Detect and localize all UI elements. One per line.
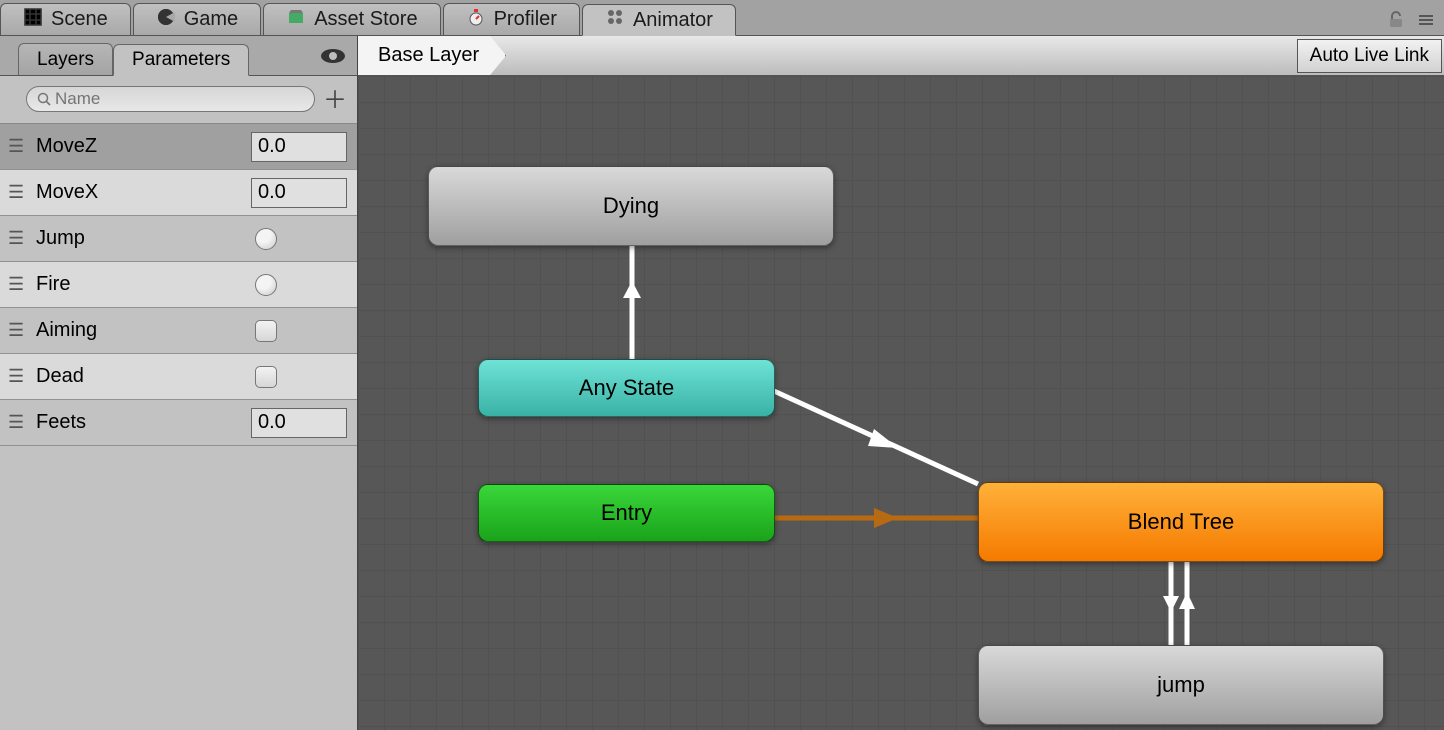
subtab-parameters[interactable]: Parameters (113, 44, 249, 76)
drag-handle-icon[interactable]: ☰ (8, 320, 26, 341)
package-icon (286, 7, 306, 33)
breadcrumb[interactable]: Base Layer (358, 36, 506, 75)
param-row-jump[interactable]: ☰ Jump (0, 216, 357, 262)
panel-subtabs: Layers Parameters (0, 36, 357, 76)
tab-animator[interactable]: Animator (582, 4, 736, 36)
param-search-row: ＋ (0, 76, 357, 124)
node-label: Blend Tree (1128, 509, 1234, 535)
tab-asset-store-label: Asset Store (314, 8, 417, 31)
auto-live-link-button[interactable]: Auto Live Link (1297, 39, 1442, 73)
param-name: Fire (26, 273, 255, 296)
subtab-parameters-label: Parameters (132, 49, 230, 71)
node-label: Entry (601, 500, 652, 526)
param-name: Jump (26, 227, 255, 250)
tab-profiler[interactable]: Profiler (443, 3, 580, 35)
panel-menu-icon[interactable] (1416, 10, 1436, 35)
param-value-input[interactable]: 0.0 (251, 132, 347, 162)
drag-handle-icon[interactable]: ☰ (8, 228, 26, 249)
main-tab-bar: Scene Game Asset Store Profiler Animator (0, 0, 1444, 36)
animator-graph: Base Layer Auto Live Link (358, 36, 1444, 730)
pacman-icon (156, 7, 176, 33)
node-label: jump (1157, 672, 1205, 698)
state-node-any-state[interactable]: Any State (478, 359, 775, 417)
parameters-panel: Layers Parameters ＋ ☰ MoveZ 0.0 ☰ MoveX (0, 36, 358, 730)
param-name: Aiming (26, 319, 255, 342)
add-parameter-button[interactable]: ＋ (323, 80, 347, 117)
param-name: Dead (26, 365, 255, 388)
drag-handle-icon[interactable]: ☰ (8, 274, 26, 295)
param-bool-checkbox[interactable] (255, 320, 277, 342)
param-name: Feets (26, 411, 251, 434)
tab-profiler-label: Profiler (494, 8, 557, 31)
state-node-dying[interactable]: Dying (428, 166, 834, 246)
param-bool-checkbox[interactable] (255, 366, 277, 388)
param-row-feets[interactable]: ☰ Feets 0.0 (0, 400, 357, 446)
drag-handle-icon[interactable]: ☰ (8, 182, 26, 203)
param-trigger-radio[interactable] (255, 228, 277, 250)
state-node-entry[interactable]: Entry (478, 484, 775, 542)
param-row-movez[interactable]: ☰ MoveZ 0.0 (0, 124, 357, 170)
param-value-text: 0.0 (258, 181, 286, 204)
graph-canvas[interactable]: Dying Any State Entry Blend Tree jump (358, 76, 1444, 730)
tab-scene-label: Scene (51, 8, 108, 31)
scene-grid-icon (23, 7, 43, 33)
animator-icon (605, 7, 625, 33)
eye-icon[interactable] (319, 46, 347, 71)
parameter-list: ☰ MoveZ 0.0 ☰ MoveX 0.0 ☰ Jump ☰ Fire (0, 124, 357, 446)
param-value-input[interactable]: 0.0 (251, 408, 347, 438)
param-row-aiming[interactable]: ☰ Aiming (0, 308, 357, 354)
param-row-dead[interactable]: ☰ Dead (0, 354, 357, 400)
graph-breadcrumb-bar: Base Layer Auto Live Link (358, 36, 1444, 76)
param-value-input[interactable]: 0.0 (251, 178, 347, 208)
drag-handle-icon[interactable]: ☰ (8, 366, 26, 387)
param-value-text: 0.0 (258, 135, 286, 158)
node-label: Any State (579, 375, 674, 401)
param-name: MoveZ (26, 135, 251, 158)
tab-animator-label: Animator (633, 9, 713, 32)
param-search-input[interactable] (26, 86, 315, 112)
tab-game-label: Game (184, 8, 238, 31)
param-row-movex[interactable]: ☰ MoveX 0.0 (0, 170, 357, 216)
subtab-layers[interactable]: Layers (18, 43, 113, 75)
param-row-fire[interactable]: ☰ Fire (0, 262, 357, 308)
tab-asset-store[interactable]: Asset Store (263, 3, 440, 35)
lock-icon[interactable] (1386, 10, 1406, 35)
auto-live-link-label: Auto Live Link (1310, 45, 1429, 67)
tab-game[interactable]: Game (133, 3, 261, 35)
drag-handle-icon[interactable]: ☰ (8, 412, 26, 433)
subtab-layers-label: Layers (37, 49, 94, 71)
node-label: Dying (603, 193, 659, 219)
state-node-blend-tree[interactable]: Blend Tree (978, 482, 1384, 562)
param-trigger-radio[interactable] (255, 274, 277, 296)
state-node-jump[interactable]: jump (978, 645, 1384, 725)
tab-scene[interactable]: Scene (0, 3, 131, 35)
stopwatch-icon (466, 7, 486, 33)
param-name: MoveX (26, 181, 251, 204)
breadcrumb-label: Base Layer (378, 44, 479, 67)
drag-handle-icon[interactable]: ☰ (8, 136, 26, 157)
search-icon (37, 92, 51, 106)
param-value-text: 0.0 (258, 411, 286, 434)
